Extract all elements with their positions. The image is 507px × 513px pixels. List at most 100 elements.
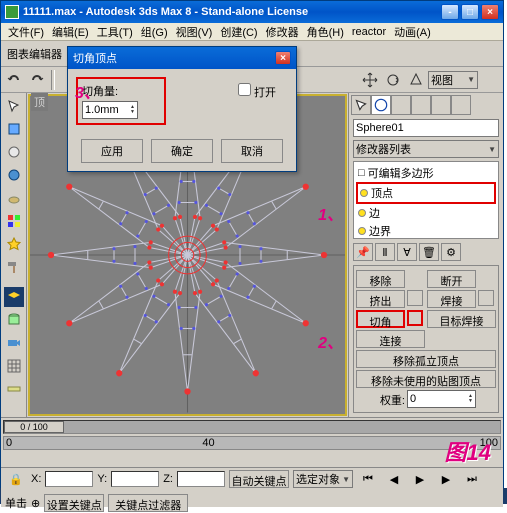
tab-modify-icon[interactable] xyxy=(371,95,391,115)
annotation-3: 3、 xyxy=(75,79,100,103)
play-next-icon[interactable]: ▶ xyxy=(435,468,457,490)
z-field[interactable] xyxy=(177,471,225,487)
remove-iso-button[interactable]: 移除孤立顶点 xyxy=(356,350,496,368)
menu-reactor[interactable]: reactor xyxy=(349,26,389,38)
unique-icon[interactable]: ∀ xyxy=(397,243,417,261)
scale-icon[interactable] xyxy=(405,69,427,91)
titlebar: 11111.max - Autodesk 3ds Max 8 - Stand-a… xyxy=(1,1,503,23)
play-start-icon[interactable]: ⏮ xyxy=(357,468,379,490)
tab-motion-icon[interactable] xyxy=(411,95,431,115)
open-checkbox[interactable]: 打开 xyxy=(238,87,276,99)
object-name-field[interactable]: Sphere01 xyxy=(353,119,499,137)
sphere-icon[interactable] xyxy=(3,164,25,186)
redo-icon[interactable] xyxy=(26,69,48,91)
modifier-stack[interactable]: □可编辑多边形 顶点 边 边界 xyxy=(353,161,499,239)
menu-edit[interactable]: 编辑(E) xyxy=(49,24,92,40)
chamfer-button[interactable]: 切角 xyxy=(356,310,405,328)
modifier-list[interactable]: 修改器列表 xyxy=(353,140,499,158)
stack-root[interactable]: □可编辑多边形 xyxy=(356,164,496,182)
stack-vertex[interactable]: 顶点 xyxy=(356,182,496,204)
maximize-button[interactable]: □ xyxy=(461,4,479,20)
connect-button[interactable]: 连接 xyxy=(356,330,425,348)
chamfer-settings-button[interactable] xyxy=(407,310,423,326)
circle-icon[interactable] xyxy=(3,141,25,163)
weight-field[interactable]: 0 xyxy=(407,390,476,408)
weld-settings-button[interactable] xyxy=(478,290,494,306)
hammer-icon[interactable] xyxy=(3,256,25,278)
tab-utilities-icon[interactable] xyxy=(451,95,471,115)
box-icon[interactable] xyxy=(3,118,25,140)
undo-icon[interactable] xyxy=(3,69,25,91)
apply-button[interactable]: 应用 xyxy=(81,139,143,163)
menubar: 文件(F) 编辑(E) 工具(T) 组(G) 视图(V) 创建(C) 修改器 角… xyxy=(1,23,503,41)
timeline: 0 / 100 0 40 100 xyxy=(1,417,503,467)
tab-display-icon[interactable] xyxy=(431,95,451,115)
configure-icon[interactable]: ⚙ xyxy=(441,243,461,261)
show-end-icon[interactable]: Ⅱ xyxy=(375,243,395,261)
tab-create-icon[interactable] xyxy=(351,95,371,115)
ruler-icon[interactable] xyxy=(3,378,25,400)
play-end-icon[interactable]: ⏭ xyxy=(461,468,483,490)
tool-icon-1[interactable] xyxy=(479,69,501,91)
cylinder-icon[interactable] xyxy=(3,309,25,331)
stack-border[interactable]: 边界 xyxy=(356,222,496,240)
star-icon[interactable] xyxy=(3,233,25,255)
autokey-button[interactable]: 自动关键点 xyxy=(229,470,289,488)
edit-vertex-rollout: 移除 断开 挤出 焊接 切角 目标焊接 连接 移除孤立顶点 移除未使用的贴图顶点… xyxy=(353,265,499,413)
menu-views[interactable]: 视图(V) xyxy=(173,24,216,40)
remove-unused-button[interactable]: 移除未使用的贴图顶点 xyxy=(356,370,496,388)
dialog-close-button[interactable]: × xyxy=(275,51,291,65)
weld-button[interactable]: 焊接 xyxy=(427,290,476,308)
statusbar: 🔒 X: Y: Z: 自动关键点 选定对象 ⏮ ◀ ▶ ▶ ⏭ 单击 ⊕ 设置关… xyxy=(1,467,503,507)
select-icon[interactable] xyxy=(3,95,25,117)
extrude-settings-button[interactable] xyxy=(407,290,423,306)
x-field[interactable] xyxy=(45,471,93,487)
menu-animation[interactable]: 动画(A) xyxy=(391,24,434,40)
setkey-button[interactable]: 设置关键点 xyxy=(44,494,104,512)
menu-group[interactable]: 组(G) xyxy=(138,24,171,40)
delete-mod-icon[interactable]: 🗑 xyxy=(419,243,439,261)
close-button[interactable]: × xyxy=(481,4,499,20)
menu-tools[interactable]: 工具(T) xyxy=(94,24,136,40)
break-button[interactable]: 断开 xyxy=(427,270,476,288)
minimize-button[interactable]: - xyxy=(441,4,459,20)
menu-create[interactable]: 创建(C) xyxy=(217,24,260,40)
color-icon[interactable] xyxy=(3,210,25,232)
cancel-button[interactable]: 取消 xyxy=(221,139,283,163)
teapot-icon[interactable] xyxy=(3,187,25,209)
remove-button[interactable]: 移除 xyxy=(356,270,405,288)
chamfer-dialog: 切角顶点 × 切角量: 1.0mm 打开 应用 确定 取消 xyxy=(67,46,297,172)
lock-icon[interactable]: 🔒 xyxy=(5,468,27,490)
layer-icon[interactable] xyxy=(3,286,25,308)
sublabel: 图表编辑器 xyxy=(3,46,66,62)
time-ruler[interactable]: 0 40 100 xyxy=(3,436,501,450)
extrude-button[interactable]: 挤出 xyxy=(356,290,405,308)
move-icon[interactable] xyxy=(359,69,381,91)
rotate-icon[interactable] xyxy=(382,69,404,91)
annotation-1: 1、 xyxy=(318,201,343,225)
menu-modifiers[interactable]: 修改器 xyxy=(263,24,302,40)
chamfer-amount-field[interactable]: 1.0mm xyxy=(82,101,138,119)
selected-drop[interactable]: 选定对象 xyxy=(293,470,353,488)
menu-character[interactable]: 角色(H) xyxy=(304,24,347,40)
target-weld-button[interactable]: 目标焊接 xyxy=(427,310,496,328)
pin-stack-icon[interactable]: 📌 xyxy=(353,243,373,261)
time-thumb[interactable]: 0 / 100 xyxy=(4,421,64,433)
stack-edge[interactable]: 边 xyxy=(356,204,496,222)
time-slider[interactable]: 0 / 100 xyxy=(3,420,501,434)
viewport-drop[interactable]: 视图 xyxy=(428,71,478,89)
grid-icon[interactable] xyxy=(3,355,25,377)
y-field[interactable] xyxy=(111,471,159,487)
watermark-fignum: 图14 xyxy=(445,435,491,467)
app-icon xyxy=(5,5,19,19)
ok-button[interactable]: 确定 xyxy=(151,139,213,163)
left-toolbar xyxy=(1,93,27,417)
play-prev-icon[interactable]: ◀ xyxy=(383,468,405,490)
camera-icon[interactable] xyxy=(3,332,25,354)
menu-file[interactable]: 文件(F) xyxy=(5,24,47,40)
dialog-title: 切角顶点 xyxy=(73,50,117,66)
tab-hierarchy-icon[interactable] xyxy=(391,95,411,115)
y-label: Y: xyxy=(97,473,107,485)
keyfilter-button[interactable]: 关键点过滤器 xyxy=(108,494,188,512)
play-icon[interactable]: ▶ xyxy=(409,468,431,490)
